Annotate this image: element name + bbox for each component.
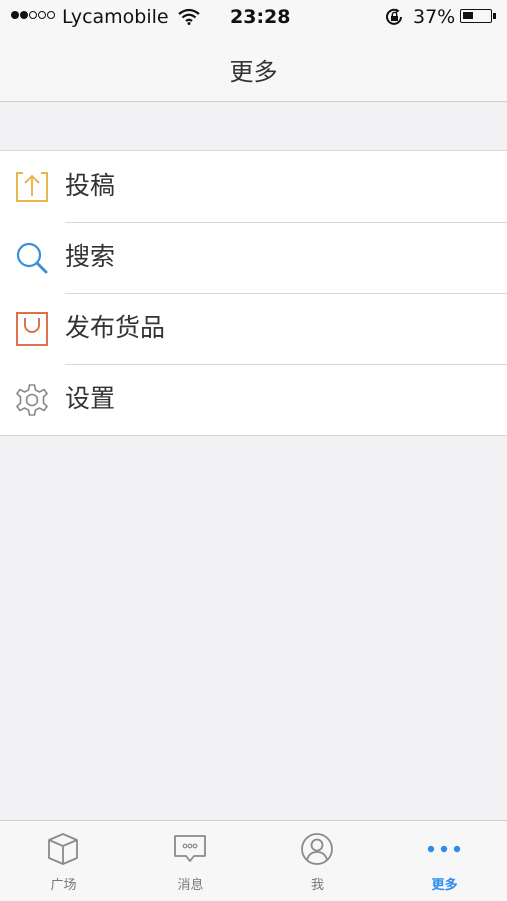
tab-label: 我 — [310, 878, 324, 893]
tab-me[interactable]: 我 — [254, 821, 381, 901]
profile-icon — [301, 833, 333, 865]
battery-percentage: 37% — [413, 6, 456, 28]
wifi-icon — [178, 8, 200, 25]
upload-icon — [16, 172, 48, 202]
menu-item-search[interactable]: 搜索 — [0, 222, 507, 293]
tab-bar: 广场 消息 我 更多 — [0, 820, 507, 901]
rotation-lock-icon — [386, 8, 402, 25]
status-time: 23:28 — [230, 6, 291, 28]
menu-item-publish-goods[interactable]: 发布货品 — [0, 293, 507, 364]
message-icon — [174, 835, 206, 862]
shopping-bag-icon — [16, 312, 48, 346]
signal-strength-icon — [11, 11, 56, 30]
menu-item-submit[interactable]: 投稿 — [0, 151, 507, 222]
menu-item-label: 搜索 — [65, 242, 116, 271]
menu-item-label: 发布货品 — [65, 313, 166, 342]
menu-item-label: 设置 — [65, 384, 116, 413]
search-icon — [16, 242, 48, 274]
menu-item-label: 投稿 — [65, 171, 116, 200]
status-bar: Lycamobile 23:28 37% — [0, 0, 507, 34]
navigation-bar: 更多 — [0, 34, 507, 102]
more-menu: 投稿 搜索 发布货品 设置 — [0, 150, 507, 436]
carrier-name: Lycamobile — [62, 6, 169, 28]
tab-plaza[interactable]: 广场 — [0, 821, 127, 901]
menu-item-settings[interactable]: 设置 — [0, 364, 507, 435]
tab-label: 消息 — [177, 878, 204, 893]
tab-more[interactable]: 更多 — [381, 821, 507, 901]
more-dots-icon — [427, 845, 461, 853]
tab-label: 更多 — [431, 878, 458, 893]
cube-icon — [48, 833, 78, 865]
tab-messages[interactable]: 消息 — [127, 821, 254, 901]
gear-icon — [15, 384, 49, 416]
tab-label: 广场 — [50, 878, 77, 893]
page-title: 更多 — [229, 58, 278, 86]
battery-icon — [460, 9, 496, 23]
